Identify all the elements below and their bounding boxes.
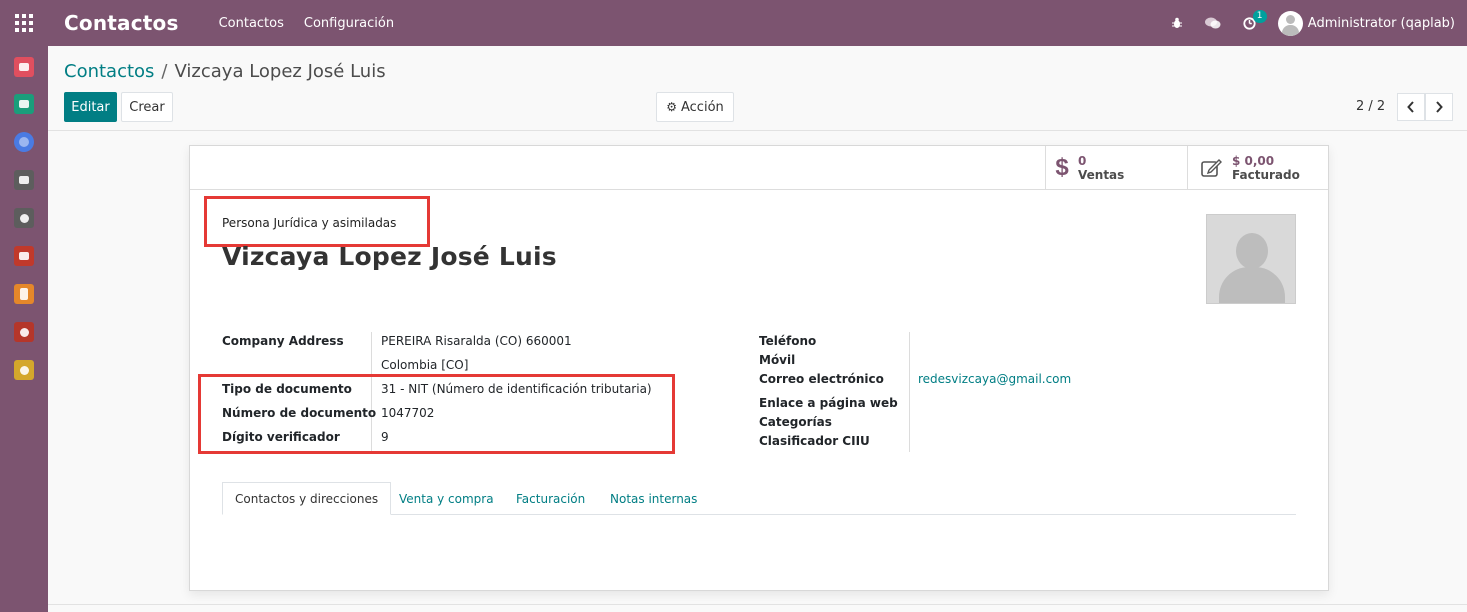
pager-previous-button[interactable] (1397, 93, 1425, 121)
tab-internal-notes[interactable]: Notas internas (610, 482, 697, 515)
address-line-2: Colombia [CO] (381, 358, 469, 372)
partner-name: Vizcaya Lopez José Luis (222, 242, 557, 271)
company-address-label: Company Address (222, 334, 344, 348)
breadcrumb: Contactos / Vizcaya Lopez José Luis (64, 61, 386, 82)
settings-icon[interactable] (14, 360, 34, 380)
tab-invoicing[interactable]: Facturación (516, 482, 585, 515)
edit-button[interactable]: Editar (64, 92, 117, 122)
breadcrumb-parent[interactable]: Contactos (64, 61, 154, 82)
invoiced-label: Facturado (1232, 168, 1300, 182)
messaging-icon[interactable] (1204, 17, 1221, 30)
tab-sales-purchase[interactable]: Venta y compra (399, 482, 494, 515)
edit-icon (1196, 158, 1228, 178)
link-icon[interactable] (14, 208, 34, 228)
chevron-left-icon (1407, 101, 1414, 113)
sales-icon[interactable] (14, 246, 34, 266)
breadcrumb-separator: / (161, 61, 168, 82)
pager-value[interactable]: 2 / 2 (1356, 99, 1385, 114)
doc-type-value: 31 - NIT (Número de identificación tribu… (381, 382, 652, 396)
website-icon[interactable] (14, 132, 34, 152)
contacts-icon[interactable] (14, 94, 34, 114)
create-button[interactable]: Crear (121, 92, 173, 122)
person-type-field[interactable]: Persona Jurídica y asimiladas (222, 216, 396, 230)
sales-stat-button[interactable]: $ 0 Ventas (1045, 146, 1187, 190)
check-digit-value: 9 (381, 430, 389, 444)
activity-icon[interactable]: 1 (1243, 9, 1267, 30)
doc-type-label: Tipo de documento (222, 382, 352, 396)
sales-label: Ventas (1078, 168, 1125, 182)
apps-icon[interactable] (14, 322, 34, 342)
left-group-divider (371, 332, 372, 452)
inventory-icon[interactable] (14, 170, 34, 190)
app-title[interactable]: Contactos (64, 11, 179, 35)
user-menu[interactable]: Administrator (qaplab) (1308, 16, 1455, 31)
website-label: Enlace a página web (759, 396, 898, 410)
email-label: Correo electrónico (759, 372, 884, 386)
activity-count-badge: 1 (1252, 9, 1267, 23)
bottom-divider (48, 604, 1467, 605)
app-menu-icon[interactable] (0, 0, 48, 46)
doc-number-label: Número de documento (222, 406, 377, 420)
invoiced-stat-button[interactable]: $ 0,00 Facturado (1187, 146, 1328, 190)
dollar-icon: $ (1055, 154, 1069, 181)
check-digit-label: Dígito verificador (222, 430, 340, 444)
sales-count: 0 (1078, 154, 1087, 168)
action-button[interactable]: ⚙ Acción (656, 92, 734, 122)
debug-icon[interactable] (1171, 17, 1183, 29)
apps-sidebar (0, 46, 48, 612)
invoicing-icon[interactable] (14, 284, 34, 304)
top-navbar: Contactos Contactos Configuración 1 Admi… (0, 0, 1467, 46)
menu-configuracion[interactable]: Configuración (304, 16, 394, 31)
pager-next-button[interactable] (1425, 93, 1453, 121)
smart-button-box: $ 0 Ventas $ 0,00 Facturado (190, 146, 1328, 190)
control-panel-divider (48, 130, 1467, 131)
phone-label: Teléfono (759, 334, 817, 348)
categories-label: Categorías (759, 415, 832, 429)
invoiced-amount: $ 0,00 (1232, 154, 1275, 168)
email-value[interactable]: redesvizcaya@gmail.com (918, 372, 1071, 386)
notebook-tabs: Contactos y direcciones Venta y compra F… (222, 482, 1296, 515)
chevron-right-icon (1436, 101, 1443, 113)
right-group-divider (909, 332, 910, 452)
form-sheet: $ 0 Ventas $ 0,00 Facturado Persona Jurí… (189, 145, 1329, 591)
ciiu-label: Clasificador CIIU (759, 434, 870, 448)
address-line-1: PEREIRA Risaralda (CO) 660001 (381, 334, 572, 348)
mobile-label: Móvil (759, 353, 796, 367)
breadcrumb-current: Vizcaya Lopez José Luis (174, 61, 386, 82)
user-avatar[interactable] (1277, 10, 1303, 36)
contact-photo[interactable] (1206, 214, 1296, 304)
gear-icon: ⚙ (666, 100, 677, 114)
tab-contacts-addresses[interactable]: Contactos y direcciones (222, 482, 392, 515)
doc-number-value: 1047702 (381, 406, 435, 420)
action-label: Acción (681, 99, 724, 115)
discuss-icon[interactable] (14, 57, 34, 77)
menu-contactos[interactable]: Contactos (219, 16, 284, 31)
